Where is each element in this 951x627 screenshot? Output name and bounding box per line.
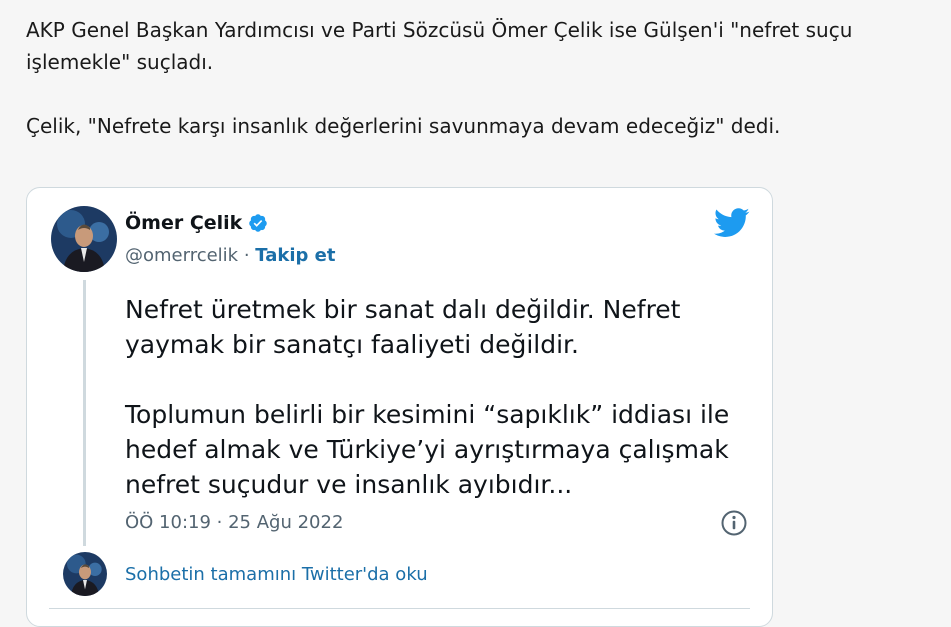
author-name[interactable]: Ömer Çelik	[125, 212, 268, 234]
author-name-text[interactable]: Ömer Çelik	[125, 212, 242, 234]
author-avatar[interactable]	[51, 206, 117, 272]
article-body: AKP Genel Başkan Yardımcısı ve Parti Söz…	[26, 14, 946, 174]
info-icon[interactable]	[720, 509, 748, 537]
article-paragraph: Çelik, "Nefrete karşı insanlık değerleri…	[26, 114, 781, 138]
tweet-timestamp[interactable]: ÖÖ 10:19 · 25 Ağu 2022	[125, 512, 343, 533]
author-handle-row: @omerrcelik · Takip et	[125, 245, 336, 266]
author-handle[interactable]: @omerrcelik	[125, 245, 238, 266]
read-conversation-link[interactable]: Sohbetin tamamını Twitter'da oku	[125, 564, 428, 585]
tweet-text-paragraph: Toplumun belirli bir kesimini “sapıklık”…	[125, 400, 730, 499]
follow-link[interactable]: Takip et	[255, 245, 335, 266]
tweet-text-paragraph: Nefret üretmek bir sanat dalı değildir. …	[125, 295, 681, 359]
verified-badge-icon	[249, 214, 268, 232]
tweet-text: Nefret üretmek bir sanat dalı değildir. …	[125, 292, 755, 537]
author-avatar-small[interactable]	[63, 552, 107, 596]
thread-line	[83, 280, 86, 546]
embedded-tweet[interactable]: Ömer Çelik @omerrcelik · Takip et Nefret…	[26, 187, 773, 627]
article-paragraph: AKP Genel Başkan Yardımcısı ve Parti Söz…	[26, 18, 853, 74]
twitter-bird-icon[interactable]	[714, 208, 750, 238]
separator: ·	[238, 245, 256, 266]
divider	[49, 608, 750, 609]
